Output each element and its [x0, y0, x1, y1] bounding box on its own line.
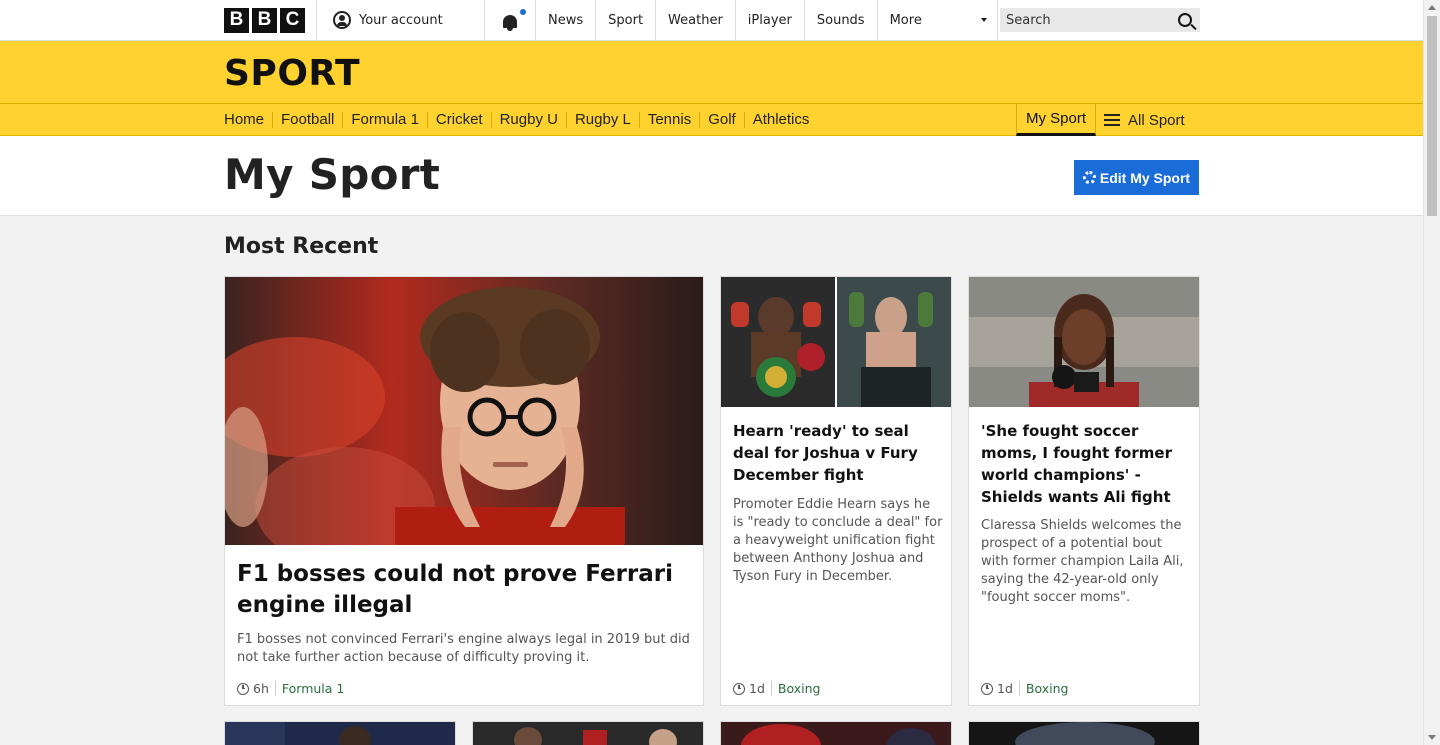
sport-nav: Home Football Formula 1 Cricket Rugby U … [224, 104, 817, 136]
tab-my-sport[interactable]: My Sport [1016, 104, 1096, 136]
story-summary: Promoter Eddie Hearn says he is "ready t… [733, 497, 943, 584]
story-headline[interactable]: 'She fought soccer moms, I fought former… [981, 420, 1191, 508]
scroll-up-icon[interactable] [1428, 5, 1436, 10]
page-header: My Sport Edit My Sport [0, 136, 1423, 216]
story-meta: 1d Boxing [981, 681, 1068, 696]
sport-nav-rugby-union[interactable]: Rugby U [492, 112, 567, 128]
story-tag[interactable]: Formula 1 [274, 681, 344, 696]
story-image[interactable] [473, 722, 704, 745]
sport-nav-golf[interactable]: Golf [700, 112, 745, 128]
user-icon [333, 11, 351, 29]
bbc-logo-letter: B [252, 7, 277, 33]
story-card[interactable]: Hearn 'ready' to seal deal for Joshua v … [720, 276, 952, 706]
bbc-logo[interactable]: B B C [224, 0, 317, 40]
story-summary: F1 bosses not convinced Ferrari's engine… [237, 632, 690, 665]
sport-header: SPORT Home Football Formula 1 Cricket Ru… [0, 41, 1423, 136]
story-headline[interactable]: F1 bosses could not prove Ferrari engine… [237, 559, 687, 621]
story-card[interactable] [968, 721, 1200, 745]
clock-icon [733, 682, 745, 695]
sport-nav-rugby-league[interactable]: Rugby L [567, 112, 640, 128]
story-time: 6h [253, 681, 269, 696]
story-meta: 1d Boxing [733, 681, 820, 696]
story-card[interactable] [720, 721, 952, 745]
story-meta: 6h Formula 1 [237, 681, 344, 696]
sport-nav-cricket[interactable]: Cricket [428, 112, 492, 128]
global-navigation: B B C Your account News Sport Weather iP… [0, 0, 1423, 41]
story-image[interactable] [225, 722, 456, 745]
page-scrollbar[interactable] [1423, 0, 1440, 745]
story-tag[interactable]: Boxing [1018, 681, 1068, 696]
account-label: Your account [359, 12, 443, 28]
scroll-down-icon[interactable] [1428, 735, 1436, 740]
notifications-button[interactable] [485, 0, 536, 40]
edit-my-sport-label: Edit My Sport [1099, 169, 1191, 186]
menu-icon [1104, 114, 1120, 126]
story-image[interactable] [721, 277, 951, 407]
story-card[interactable] [472, 721, 704, 745]
story-time: 1d [997, 681, 1013, 696]
scroll-thumb[interactable] [1427, 16, 1437, 216]
story-time: 1d [749, 681, 765, 696]
clock-icon [237, 682, 249, 695]
clock-icon [981, 682, 993, 695]
page-title: My Sport [224, 150, 441, 199]
caret-down-icon [980, 18, 987, 22]
story-card[interactable] [224, 721, 456, 745]
bell-icon [503, 14, 517, 31]
story-headline[interactable]: Hearn 'ready' to seal deal for Joshua v … [733, 420, 939, 486]
story-image[interactable] [721, 722, 952, 745]
notification-dot [520, 9, 526, 15]
nav-link-iplayer[interactable]: iPlayer [736, 0, 805, 40]
section-title: Most Recent [224, 234, 379, 259]
sport-nav-football[interactable]: Football [273, 112, 344, 128]
story-image[interactable] [969, 722, 1200, 745]
sport-nav-home[interactable]: Home [224, 112, 274, 128]
story-card[interactable]: F1 bosses could not prove Ferrari engine… [224, 276, 704, 706]
bbc-logo-letter: C [280, 7, 305, 33]
nav-more-label: More [889, 12, 922, 28]
all-sport-label: All Sport [1128, 111, 1185, 129]
nav-link-weather[interactable]: Weather [656, 0, 736, 40]
search-input[interactable]: Search [1006, 13, 1051, 28]
story-image[interactable] [225, 277, 703, 545]
search-box[interactable]: Search [1000, 8, 1200, 32]
account-link[interactable]: Your account [317, 0, 485, 40]
sport-nav-tennis[interactable]: Tennis [640, 112, 701, 128]
search-icon[interactable] [1178, 13, 1192, 27]
sport-title[interactable]: SPORT [224, 53, 360, 94]
nav-link-sport[interactable]: Sport [596, 0, 657, 40]
gear-icon [1082, 171, 1096, 184]
nav-more-dropdown[interactable]: More [878, 0, 998, 40]
nav-link-sounds[interactable]: Sounds [805, 0, 878, 40]
sport-nav-formula1[interactable]: Formula 1 [343, 112, 428, 128]
nav-link-news[interactable]: News [536, 0, 597, 40]
all-sport-menu[interactable]: All Sport [1104, 104, 1185, 136]
story-card[interactable]: 'She fought soccer moms, I fought former… [968, 276, 1200, 706]
story-image[interactable] [969, 277, 1199, 407]
sport-nav-athletics[interactable]: Athletics [745, 112, 818, 128]
bbc-logo-letter: B [224, 7, 249, 33]
edit-my-sport-button[interactable]: Edit My Sport [1074, 160, 1199, 195]
story-summary: Claressa Shields welcomes the prospect o… [981, 518, 1184, 605]
story-tag[interactable]: Boxing [770, 681, 820, 696]
